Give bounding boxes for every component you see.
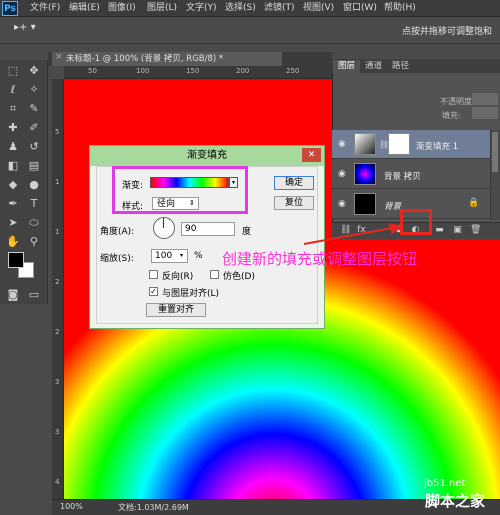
dodge-tool-icon[interactable]: ● [26, 177, 42, 193]
annotation-text: 创建新的填充或调整图层按钮 [222, 250, 418, 268]
mask-thumbnail [388, 133, 410, 155]
chevron-down-icon[interactable]: ▾ [175, 249, 188, 263]
ruler-tick-label: 2 [55, 278, 60, 286]
watermark-logo: 脚本之家 [425, 492, 486, 510]
menu-file[interactable]: 文件(F) [30, 2, 60, 15]
layer-name: 背景 [384, 202, 402, 212]
magic-wand-icon[interactable]: ✧ [26, 82, 42, 98]
ruler-tick-label: 200 [236, 67, 250, 75]
lock-icon: 🔒 [468, 198, 480, 208]
ok-button[interactable]: 确定 [274, 176, 314, 190]
layer-name: 渐变填充 1 [416, 142, 459, 152]
menu-edit[interactable]: 编辑(E) [69, 2, 100, 15]
visibility-eye-icon[interactable]: ◉ [338, 199, 348, 209]
ruler-tick-label: 100 [136, 67, 150, 75]
close-icon[interactable]: ✕ [302, 148, 321, 162]
align-checkbox[interactable]: ✓ [149, 287, 158, 296]
menu-layer[interactable]: 图层(L) [147, 2, 177, 15]
scrollbar-thumb[interactable] [492, 132, 498, 172]
ruler-tick-label: 1 [55, 228, 60, 236]
align-label: 与图层对齐(L) [162, 289, 220, 299]
menu-help[interactable]: 帮助(H) [384, 2, 416, 15]
document-tab[interactable]: 未标题-1 @ 100% (背景 拷贝, RGB/8) * [52, 52, 282, 66]
reverse-label: 反向(R) [162, 272, 194, 282]
ruler-tick-label: 3 [55, 378, 60, 386]
scale-unit: % [194, 251, 203, 261]
photoshop-logo: Ps [2, 1, 18, 16]
gradient-tool-icon[interactable]: ▤ [26, 158, 42, 174]
dither-label: 仿色(D) [223, 272, 255, 282]
document-size-info: 文档:1.03M/2.69M [118, 503, 189, 512]
menu-view[interactable]: 视图(V) [303, 2, 334, 15]
dither-checkbox[interactable] [210, 270, 219, 279]
pen-tool-icon[interactable]: ✒ [5, 196, 21, 212]
fill-field[interactable] [472, 107, 498, 119]
ruler-tick-label: 3 [55, 428, 60, 436]
menu-image[interactable]: 图像(I) [108, 2, 136, 15]
trash-icon[interactable]: 🗑 [470, 225, 481, 236]
layer-thumbnail [354, 163, 376, 185]
zoom-level[interactable]: 100% [60, 502, 83, 511]
angle-input[interactable]: 90 [181, 222, 235, 236]
crop-tool-icon[interactable]: ⌗ [5, 101, 21, 117]
tab-layers[interactable]: 图层 [333, 60, 361, 73]
shape-tool-icon[interactable]: ⬭ [26, 215, 42, 231]
zoom-tool-icon[interactable]: ⚲ [26, 234, 42, 250]
marquee-tool-icon[interactable]: ⬚ [5, 63, 21, 79]
menu-window[interactable]: 窗口(W) [343, 2, 377, 15]
fill-label: 填充: [442, 111, 461, 120]
foreground-color-swatch[interactable] [8, 252, 24, 268]
gradient-style-highlight [112, 166, 248, 214]
ruler-tick-label: 2 [55, 328, 60, 336]
ruler-tick-label: 150 [186, 67, 200, 75]
reset-align-button[interactable]: 重置对齐 [146, 303, 206, 317]
screen-mode-icon[interactable]: ▭ [26, 287, 42, 303]
ruler-tick-label: 5 [55, 128, 60, 136]
visibility-eye-icon[interactable]: ◉ [338, 139, 348, 149]
clone-stamp-icon[interactable]: ♟ [5, 139, 21, 155]
layer-thumbnail [354, 193, 376, 215]
close-tab-icon[interactable]: × [55, 52, 63, 62]
watermark-url: jb51.net [424, 478, 466, 489]
menu-filter[interactable]: 滤镜(T) [264, 2, 295, 15]
left-ruler [52, 79, 64, 499]
opacity-label: 不透明度: [440, 97, 475, 106]
tab-channels[interactable]: 通道 [360, 60, 387, 73]
angle-dial[interactable] [153, 217, 175, 239]
gradient-thumbnail [354, 133, 376, 155]
angle-unit: 度 [242, 227, 252, 237]
reset-button[interactable]: 复位 [274, 196, 314, 210]
opacity-field[interactable] [472, 93, 498, 105]
folder-icon[interactable]: ▬ [434, 225, 445, 236]
ruler-tick-label: 4 [55, 478, 60, 486]
reverse-checkbox[interactable] [149, 270, 158, 279]
dialog-title: 渐变填充 [90, 146, 324, 166]
quick-mask-icon[interactable]: ◙ [5, 287, 21, 303]
options-hint: 点按并拖移可调整饱和 [401, 27, 492, 37]
angle-needle [163, 218, 164, 228]
hand-tool-icon[interactable]: ✋ [5, 234, 21, 250]
type-tool-icon[interactable]: T [26, 196, 42, 212]
eraser-icon[interactable]: ◧ [5, 158, 21, 174]
lasso-tool-icon[interactable]: ℓ [5, 82, 21, 98]
brush-tool-icon[interactable]: ✐ [26, 120, 42, 136]
eyedropper-icon[interactable]: ✎ [26, 101, 42, 117]
path-select-icon[interactable]: ➤ [5, 215, 21, 231]
menu-select[interactable]: 选择(S) [225, 2, 256, 15]
blur-tool-icon[interactable]: ◆ [5, 177, 21, 193]
healing-brush-icon[interactable]: ✚ [5, 120, 21, 136]
tab-paths[interactable]: 路径 [387, 60, 414, 73]
visibility-eye-icon[interactable]: ◉ [338, 169, 348, 179]
ruler-tick-label: 50 [88, 67, 97, 75]
new-layer-icon[interactable]: ▣ [452, 225, 463, 236]
ruler-tick-label: 1 [55, 178, 60, 186]
angle-label: 角度(A): [100, 227, 135, 237]
history-brush-icon[interactable]: ↺ [26, 139, 42, 155]
scale-label: 缩放(S): [100, 254, 134, 264]
tool-preset-picker[interactable]: ▸+ ▾ [14, 22, 36, 33]
menu-type[interactable]: 文字(Y) [186, 2, 217, 15]
move-tool-icon[interactable]: ✥ [26, 63, 42, 79]
ruler-tick-label: 250 [286, 67, 300, 75]
layer-name: 背景 拷贝 [384, 172, 421, 182]
